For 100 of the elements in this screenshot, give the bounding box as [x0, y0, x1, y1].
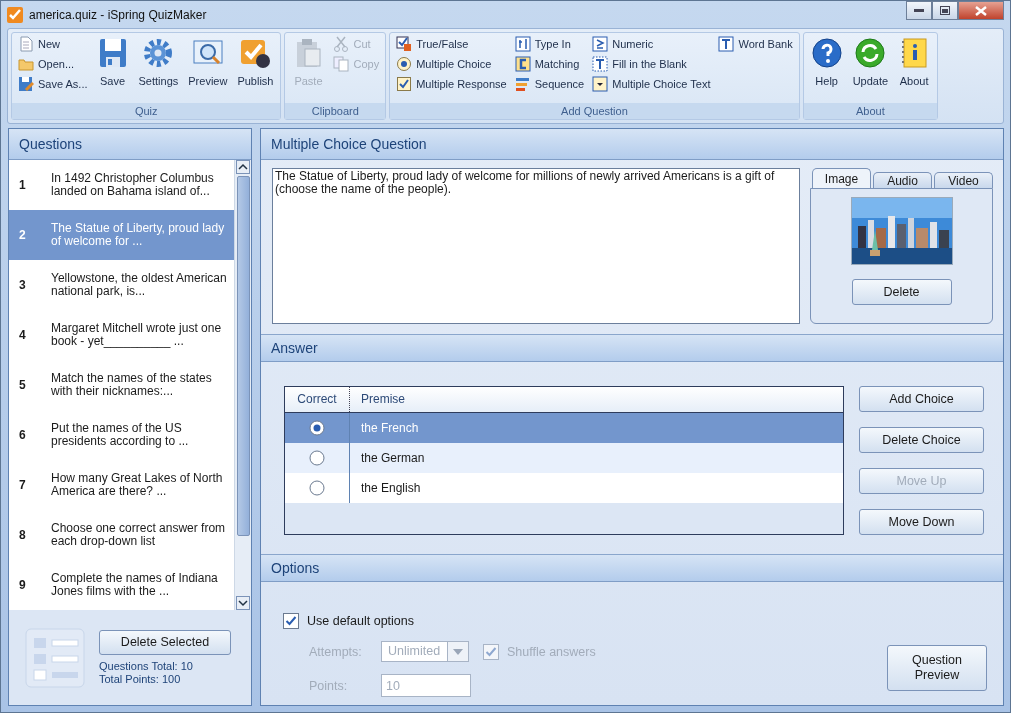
- documents-icon: [333, 56, 350, 72]
- question-number: 8: [19, 528, 27, 542]
- radio-button[interactable]: [309, 420, 325, 436]
- question-item[interactable]: 6 Put the names of the US presidents according to ...: [9, 410, 234, 460]
- column-header: Premise: [360, 391, 405, 408]
- app-logo-icon: [7, 6, 23, 23]
- column-header: Correct: [285, 387, 350, 412]
- questions-total-text: Questions Total: 10: [99, 659, 194, 673]
- ribbon-button[interactable]: Sequence: [512, 75, 587, 93]
- question-number: 6: [19, 428, 27, 442]
- ribbon-button[interactable]: New: [16, 35, 90, 53]
- question-text: The Statue of Liberty, proud lady of welcome for ...: [51, 222, 226, 248]
- question-item[interactable]: 3 Yellowstone, the oldest American national park, is...: [9, 260, 234, 310]
- media-tab[interactable]: Audio: [873, 172, 932, 188]
- checkbox-label: Use default options: [307, 614, 414, 628]
- question-number: 7: [19, 478, 27, 492]
- radio-button[interactable]: [309, 480, 325, 496]
- refresh-icon: [854, 37, 887, 69]
- ribbon-button[interactable]: About: [895, 35, 934, 101]
- answer-row[interactable]: the English: [285, 473, 843, 503]
- maximize-button[interactable]: [932, 1, 958, 20]
- ribbon-button[interactable]: Matching: [512, 55, 587, 73]
- field-label: Points:: [308, 678, 349, 693]
- question-text-field[interactable]: The Statue of Liberty, proud lady of welcome for millions of newly arrived Americans is a gift of (choose the name of the people).: [272, 168, 800, 324]
- question-text: How many Great Lakes of North America are there? ...: [51, 472, 224, 498]
- panel-header: Multiple Choice Question: [261, 129, 1003, 160]
- table-cell-text: the English: [360, 481, 421, 495]
- table-cell-text: the German: [360, 451, 425, 465]
- help-icon: [810, 37, 843, 69]
- gear-icon: [142, 37, 175, 69]
- ribbon-button[interactable]: Multiple Choice: [394, 55, 509, 73]
- question-number: 9: [19, 578, 27, 592]
- group-label: Add Question: [390, 103, 799, 119]
- question-text: Yellowstone, the oldest American national park, is...: [51, 272, 228, 298]
- checkbox[interactable]: Use default options: [283, 613, 887, 629]
- media-tab[interactable]: Video: [934, 172, 993, 188]
- question-preview-button[interactable]: Question Preview: [887, 645, 987, 691]
- panel-header: Options: [261, 554, 1003, 582]
- question-text: In 1492 Christopher Columbus landed on Bahama island of...: [51, 172, 215, 198]
- question-text: Complete the names of Indiana Jones films with the ...: [51, 572, 219, 598]
- ribbon-button[interactable]: Preview: [185, 35, 231, 101]
- scissors-icon: [333, 36, 350, 52]
- radio-icon: [396, 56, 413, 72]
- checkbox-icon: [396, 36, 413, 52]
- question-item[interactable]: 4 Margaret Mitchell wrote just one book - yet__________ ...: [9, 310, 234, 360]
- ribbon-button[interactable]: Numeric: [590, 35, 713, 53]
- question-item[interactable]: 5 Match the names of the states with their nicknames:...: [9, 360, 234, 410]
- ribbon-button[interactable]: Multiple Choice Text: [590, 75, 713, 93]
- text-cursor-icon: [514, 36, 531, 52]
- checkbox-icon: [396, 76, 413, 92]
- floppy-pencil-icon: [18, 76, 34, 92]
- bracket-icon: [514, 56, 531, 72]
- group-label: Quiz: [12, 103, 281, 119]
- question-number: 1: [19, 178, 27, 192]
- ribbon-button[interactable]: Save: [93, 35, 132, 101]
- ribbon-button[interactable]: Update: [849, 35, 892, 101]
- answer-button[interactable]: Delete Choice: [859, 427, 984, 453]
- panel-header: Questions: [9, 129, 251, 160]
- document-icon: [18, 36, 34, 52]
- question-item[interactable]: 1 In 1492 Christopher Columbus landed on Bahama island of...: [9, 160, 234, 210]
- ribbon-button[interactable]: Word Bank: [716, 35, 795, 53]
- question-item[interactable]: 9 Complete the names of Indiana Jones films with the ...: [9, 560, 234, 610]
- question-number: 2: [19, 228, 27, 242]
- ribbon-button[interactable]: Help: [807, 35, 846, 101]
- checkmark-icon: [239, 37, 272, 69]
- ribbon-button[interactable]: Settings: [135, 35, 182, 101]
- table-cell-text: the French: [360, 421, 419, 435]
- close-icon: [975, 5, 987, 16]
- question-text: Put the names of the US presidents according to ...: [51, 422, 190, 448]
- field-label: Attempts:: [308, 644, 363, 659]
- question-number: 3: [19, 278, 27, 292]
- question-number: 4: [19, 328, 27, 342]
- delete-selected-button[interactable]: Delete Selected: [99, 629, 231, 655]
- question-text: Match the names of the states with their nicknames:...: [51, 372, 213, 398]
- answer-button[interactable]: Add Choice: [859, 386, 984, 412]
- letter-t-icon: [592, 56, 609, 72]
- list-icon: [25, 627, 85, 688]
- close-button[interactable]: [958, 1, 1004, 20]
- total-points-text: Total Points: 100: [99, 672, 182, 686]
- scrollbar[interactable]: [234, 160, 251, 610]
- ribbon-button[interactable]: Fill in the Blank: [590, 55, 713, 73]
- restore-icon: [940, 6, 950, 15]
- greater-equal-icon: [592, 36, 609, 52]
- group-label: About: [803, 103, 938, 119]
- answer-button[interactable]: Move Down: [859, 509, 984, 535]
- media-tab[interactable]: Image: [812, 168, 871, 188]
- delete-button[interactable]: Delete: [851, 279, 952, 305]
- ribbon-button[interactable]: Multiple Response: [394, 75, 509, 93]
- ribbon-button[interactable]: True/False: [394, 35, 509, 53]
- question-item[interactable]: 8 Choose one correct answer from each drop-down list: [9, 510, 234, 560]
- minimize-button[interactable]: [906, 1, 932, 20]
- bars-icon: [514, 76, 531, 92]
- ribbon-button[interactable]: Publish: [234, 35, 277, 101]
- radio-button[interactable]: [309, 450, 325, 466]
- ribbon-button[interactable]: Type In: [512, 35, 587, 53]
- question-item[interactable]: 7 How many Great Lakes of North America are there? ...: [9, 460, 234, 510]
- ribbon-button[interactable]: Save As...: [16, 75, 90, 93]
- answer-row[interactable]: the German: [285, 443, 843, 473]
- minimize-icon: [914, 8, 924, 13]
- ribbon-button[interactable]: Open...: [16, 55, 90, 73]
